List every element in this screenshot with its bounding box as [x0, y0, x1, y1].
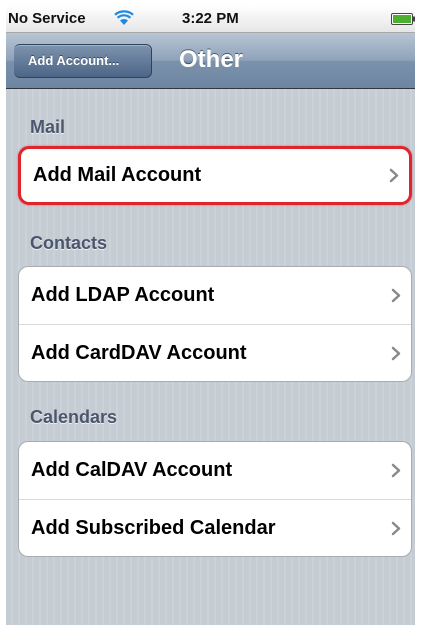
- section-header-contacts: Contacts: [30, 233, 108, 253]
- chevron-right-icon: [391, 521, 401, 536]
- wifi-icon: [114, 10, 134, 25]
- navigation-bar: Add Account... Other: [6, 33, 415, 89]
- calendars-group: Add CalDAV Account Add Subscribed Calend…: [18, 441, 412, 557]
- row-label: Add CalDAV Account: [31, 459, 233, 481]
- add-carddav-account-row[interactable]: Add CardDAV Account: [19, 324, 411, 381]
- chevron-right-icon: [389, 168, 399, 183]
- row-label: Add CardDAV Account: [31, 342, 247, 364]
- contacts-group: Add LDAP Account Add CardDAV Account: [18, 266, 412, 382]
- page-title: Other: [179, 46, 244, 73]
- back-button-label: Add Account...: [28, 53, 120, 68]
- add-caldav-account-row[interactable]: Add CalDAV Account: [19, 442, 411, 499]
- clock-label: 3:22 PM: [182, 10, 239, 27]
- status-bar: No Service 3:22 PM: [6, 5, 415, 33]
- add-subscribed-calendar-row[interactable]: Add Subscribed Calendar: [19, 499, 411, 556]
- row-label: Add LDAP Account: [31, 284, 215, 306]
- chevron-right-icon: [391, 346, 401, 361]
- settings-screen: No Service 3:22 PM Add Account... Other …: [6, 5, 415, 625]
- mail-group: Add Mail Account: [18, 146, 412, 205]
- carrier-label: No Service: [8, 10, 86, 27]
- add-mail-account-row[interactable]: Add Mail Account: [21, 149, 409, 202]
- row-label: Add Subscribed Calendar: [31, 517, 276, 539]
- section-header-calendars: Calendars: [30, 407, 118, 427]
- back-button[interactable]: Add Account...: [6, 43, 152, 80]
- chevron-right-icon: [391, 463, 401, 478]
- row-label: Add Mail Account: [33, 164, 202, 186]
- add-ldap-account-row[interactable]: Add LDAP Account: [19, 267, 411, 324]
- chevron-right-icon: [391, 288, 401, 303]
- section-header-mail: Mail: [30, 117, 66, 137]
- battery-icon: [391, 13, 415, 25]
